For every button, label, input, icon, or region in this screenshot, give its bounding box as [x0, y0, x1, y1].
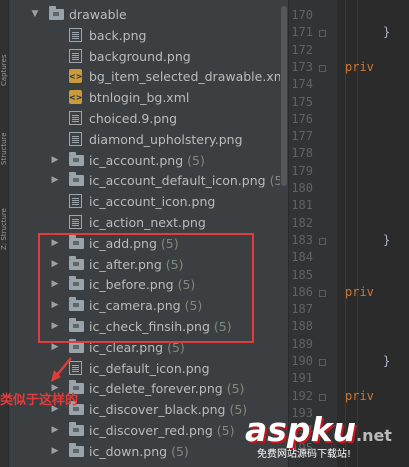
line-number: 191	[291, 371, 313, 386]
tree-item-label: ic_discover_black.png	[89, 402, 226, 418]
line-number: 190	[291, 354, 313, 368]
tree-item-label: ic_default_icon.png	[89, 360, 210, 376]
line-number: 175	[291, 94, 313, 109]
code-line: priv	[345, 388, 374, 403]
line-number-gutter: 170 171 172 173 174 175 176 177 178 179 180 181 182 1…	[288, 0, 337, 467]
watermark-tagline: 免费网站源码下载站!	[257, 449, 352, 460]
code-line: }	[383, 25, 391, 40]
line-number: 173	[291, 59, 313, 74]
file-icon	[69, 48, 82, 63]
chevron-right-icon[interactable]: ▶	[49, 441, 61, 462]
fold-marker-icon[interactable]	[319, 64, 326, 72]
tree-item[interactable]: ic_account_icon.png	[9, 191, 280, 212]
folder-icon	[49, 6, 64, 20]
side-tab-structure[interactable]: Structure	[0, 95, 8, 165]
tree-item-label: ic_action_next.png	[89, 215, 206, 230]
folder-icon	[69, 172, 84, 187]
fold-marker-icon[interactable]	[319, 237, 326, 245]
tree-item[interactable]: bg_item_selected_drawable.xm	[9, 66, 280, 87]
tree-scrollbar-thumb[interactable]	[281, 6, 287, 186]
watermark-brand: aspku.net	[245, 410, 392, 449]
tree-item[interactable]: btnlogin_bg.xml	[9, 87, 280, 108]
code-line: priv	[345, 59, 374, 74]
line-number: 187	[291, 302, 313, 317]
side-tab-captures[interactable]: Captures	[0, 6, 8, 86]
tree-item-label: background.png	[89, 48, 191, 64]
tree-item-label: diamond_upholstery.png	[89, 131, 243, 147]
tree-item-label: ic_account.png	[89, 152, 184, 168]
tree-item-label: back.png	[89, 27, 147, 43]
tree-item-label: bg_item_selected_drawable.xm	[89, 69, 280, 85]
line-number: 188	[291, 319, 313, 334]
highlight-box	[38, 233, 254, 343]
file-icon	[69, 111, 82, 125]
tree-item-count: (5)	[171, 443, 189, 459]
line-number: 179	[291, 163, 313, 178]
tree-item[interactable]: ▶ ic_account.png (5)	[9, 150, 280, 171]
tree-item-label: btnlogin_bg.xml	[89, 90, 190, 106]
tree-item-label: ic_account_default_icon.png	[89, 173, 266, 189]
tree-item-count: (5)	[269, 173, 280, 189]
line-number: 171	[291, 25, 313, 40]
line-number: 192	[291, 388, 313, 403]
tree-item[interactable]: diamond_upholstery.png	[9, 129, 280, 150]
folder-icon	[69, 442, 84, 457]
tree-item-label: choiced.9.png	[89, 111, 178, 126]
watermark: aspku.net 免费网站源码下载站!	[237, 410, 409, 467]
line-number: 170	[291, 8, 313, 22]
line-number: 174	[291, 77, 313, 92]
file-icon	[69, 27, 82, 42]
line-number: 185	[291, 267, 313, 282]
chevron-down-icon[interactable]: ▼	[29, 4, 41, 25]
line-number: 180	[291, 181, 313, 195]
line-number: 184	[291, 250, 313, 265]
line-number: 186	[291, 284, 313, 299]
tree-item-label: ic_discover_red.png	[89, 423, 213, 438]
code-editor[interactable]: } priv} priv} priv	[337, 0, 409, 467]
folder-icon	[69, 422, 84, 436]
tree-item-label: ic_account_icon.png	[89, 194, 216, 210]
file-icon	[69, 194, 82, 209]
xml-file-icon	[69, 87, 82, 108]
chevron-right-icon[interactable]: ▶	[49, 150, 61, 171]
fold-marker-icon[interactable]	[319, 289, 326, 297]
line-number: 172	[291, 42, 313, 57]
tree-folder-drawable[interactable]: ▼ drawable	[9, 4, 280, 25]
tree-item[interactable]: ic_action_next.png	[9, 212, 280, 233]
line-number: 183	[291, 232, 313, 247]
fold-marker-icon[interactable]	[319, 359, 326, 366]
tree-item[interactable]: back.png	[9, 25, 280, 46]
tree-item[interactable]: choiced.9.png	[9, 108, 280, 129]
code-line: }	[383, 232, 391, 247]
file-icon	[69, 131, 82, 146]
line-number: 177	[291, 129, 313, 144]
code-line: priv	[345, 284, 374, 299]
file-icon	[69, 215, 82, 229]
line-number: 176	[291, 111, 313, 126]
chevron-right-icon[interactable]: ▶	[49, 170, 61, 191]
fold-marker-icon[interactable]	[319, 393, 326, 401]
line-number: 178	[291, 146, 313, 161]
line-number: 182	[291, 215, 313, 230]
chevron-right-icon[interactable]: ▶	[49, 420, 61, 441]
line-number: 181	[291, 198, 313, 213]
tree-item[interactable]: background.png	[9, 46, 280, 67]
tree-item-label: ic_delete_forever.png	[89, 381, 223, 397]
code-line: }	[383, 354, 391, 368]
tree-item[interactable]: ▶ ic_account_default_icon.png(5)	[9, 170, 280, 191]
line-number: 189	[291, 336, 313, 351]
tree-item-label: drawable	[69, 7, 127, 22]
fold-marker-icon[interactable]	[319, 30, 326, 38]
annotation-note: 类似于这样的	[0, 393, 79, 408]
folder-icon	[69, 338, 84, 353]
folder-icon	[69, 151, 84, 166]
tree-item-count: (5)	[216, 423, 235, 438]
tree-item-count: (5)	[187, 152, 205, 168]
tree-item-count: (5)	[226, 381, 245, 397]
xml-file-icon	[69, 66, 82, 87]
red-arrow-icon	[51, 357, 72, 382]
tree-item-label: ic_down.png	[89, 443, 168, 459]
side-tab-z-structure[interactable]: Z: Structure	[0, 180, 8, 250]
